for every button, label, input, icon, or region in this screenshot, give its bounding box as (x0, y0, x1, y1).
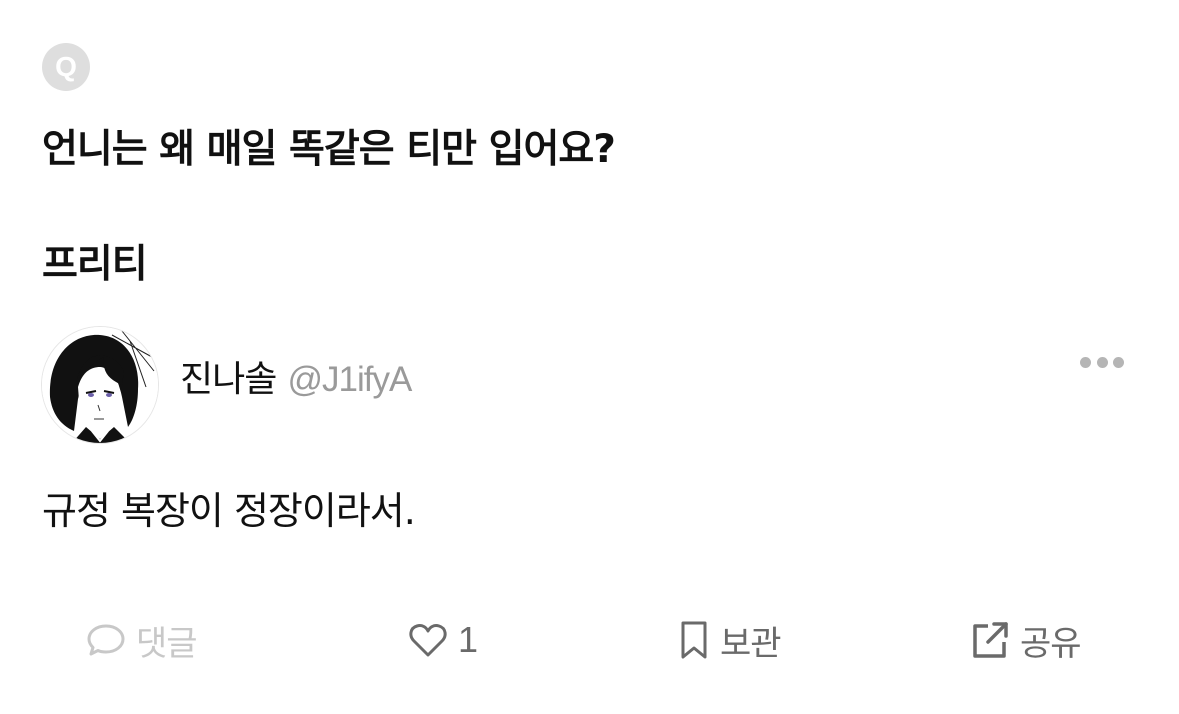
answer-text: 규정 복장이 정장이라서. (42, 489, 416, 533)
share-button[interactable]: 공유 (970, 616, 1082, 664)
more-dot (1113, 356, 1124, 368)
save-button[interactable]: 보관 (678, 616, 782, 664)
save-label: 보관 (720, 623, 782, 664)
comment-label: 댓글 (136, 623, 198, 664)
question-text: 언니는 왜 매일 똑같은 티만 입어요? (42, 127, 616, 172)
like-button[interactable]: 1 (408, 616, 478, 664)
comment-button[interactable]: 댓글 (86, 616, 198, 664)
author-info[interactable]: 진나솔 @J1ifyA (180, 350, 412, 402)
asker-name[interactable]: 프리티 (42, 233, 148, 289)
author-name[interactable]: 진나솔 (180, 359, 277, 400)
external-share-icon (973, 622, 1008, 658)
share-label: 공유 (1020, 623, 1082, 664)
bookmark-icon (681, 621, 707, 659)
more-dots-icon[interactable] (1080, 352, 1124, 372)
author-handle[interactable]: @J1ifyA (287, 360, 412, 399)
like-count: 1 (458, 619, 478, 660)
heart-icon (409, 624, 447, 657)
avatar[interactable] (41, 326, 159, 444)
question-badge: Q (42, 43, 90, 91)
more-dot (1080, 356, 1091, 368)
avatar-illustration (42, 327, 158, 443)
speech-bubble-icon (87, 624, 125, 656)
more-dot (1096, 356, 1108, 368)
